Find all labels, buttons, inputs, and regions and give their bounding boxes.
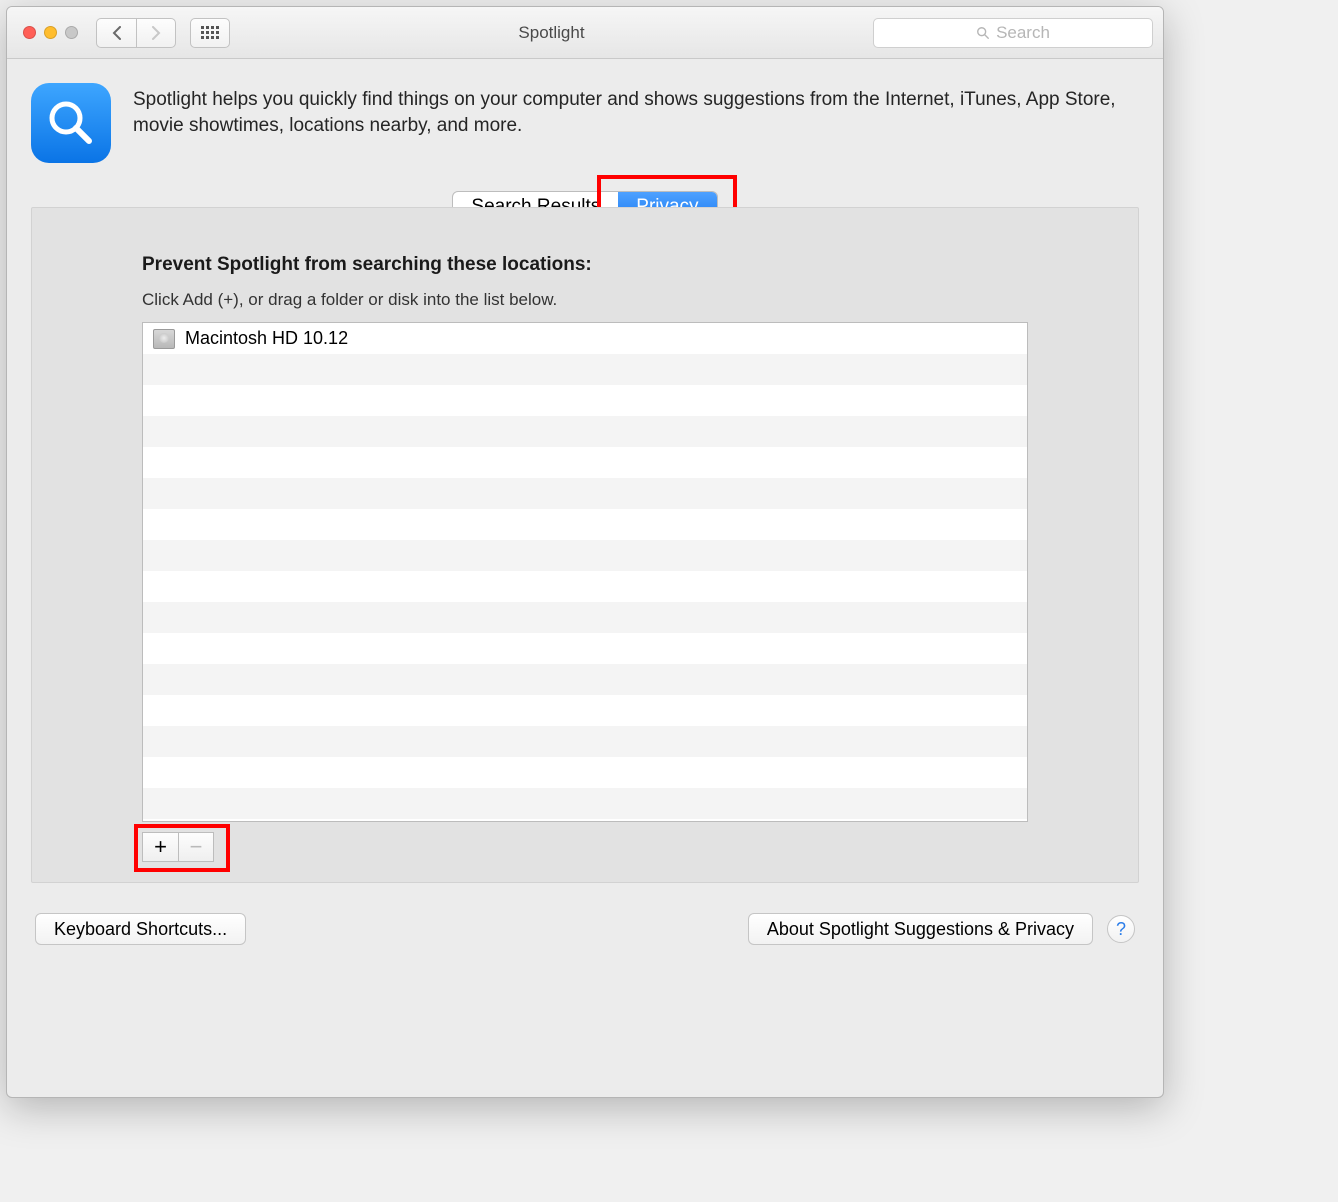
preferences-window: Spotlight Search Spotlight helps you qui… xyxy=(6,6,1164,1098)
list-item xyxy=(143,385,1027,416)
list-item-label: Macintosh HD 10.12 xyxy=(185,328,348,349)
list-item xyxy=(143,726,1027,757)
show-all-button[interactable] xyxy=(190,18,230,48)
spotlight-icon xyxy=(31,83,111,163)
list-item xyxy=(143,695,1027,726)
close-window-button[interactable] xyxy=(23,26,36,39)
list-item xyxy=(143,788,1027,819)
window-title: Spotlight xyxy=(238,23,865,43)
panel-subtitle: Click Add (+), or drag a folder or disk … xyxy=(142,290,1028,310)
excluded-locations-list[interactable]: Macintosh HD 10.12 xyxy=(142,322,1028,822)
add-button[interactable]: + xyxy=(142,832,178,862)
search-icon xyxy=(976,26,990,40)
list-item xyxy=(143,354,1027,385)
forward-button xyxy=(136,18,176,48)
list-item[interactable]: Macintosh HD 10.12 xyxy=(143,323,1027,354)
list-item xyxy=(143,540,1027,571)
list-item xyxy=(143,757,1027,788)
list-item xyxy=(143,571,1027,602)
search-input[interactable]: Search xyxy=(873,18,1153,48)
keyboard-shortcuts-button[interactable]: Keyboard Shortcuts... xyxy=(35,913,246,945)
hard-drive-icon xyxy=(153,329,175,349)
chevron-right-icon xyxy=(150,26,162,40)
privacy-panel: Prevent Spotlight from searching these l… xyxy=(31,207,1139,883)
chevron-left-icon xyxy=(111,26,123,40)
help-button[interactable]: ? xyxy=(1107,915,1135,943)
list-item xyxy=(143,602,1027,633)
list-item xyxy=(143,478,1027,509)
panel-title: Prevent Spotlight from searching these l… xyxy=(142,254,1028,276)
remove-button[interactable]: − xyxy=(178,832,214,862)
footer: Keyboard Shortcuts... About Spotlight Su… xyxy=(7,895,1163,963)
zoom-window-button xyxy=(65,26,78,39)
titlebar: Spotlight Search xyxy=(7,7,1163,59)
traffic-lights xyxy=(17,26,88,39)
search-placeholder: Search xyxy=(996,23,1050,43)
back-button[interactable] xyxy=(96,18,136,48)
list-item xyxy=(143,447,1027,478)
list-item xyxy=(143,416,1027,447)
list-item xyxy=(143,509,1027,540)
grid-icon xyxy=(201,26,219,39)
about-button[interactable]: About Spotlight Suggestions & Privacy xyxy=(748,913,1093,945)
magnifier-icon xyxy=(45,97,97,149)
list-item xyxy=(143,664,1027,695)
spotlight-description: Spotlight helps you quickly find things … xyxy=(133,83,1139,138)
minimize-window-button[interactable] xyxy=(44,26,57,39)
list-item xyxy=(143,633,1027,664)
